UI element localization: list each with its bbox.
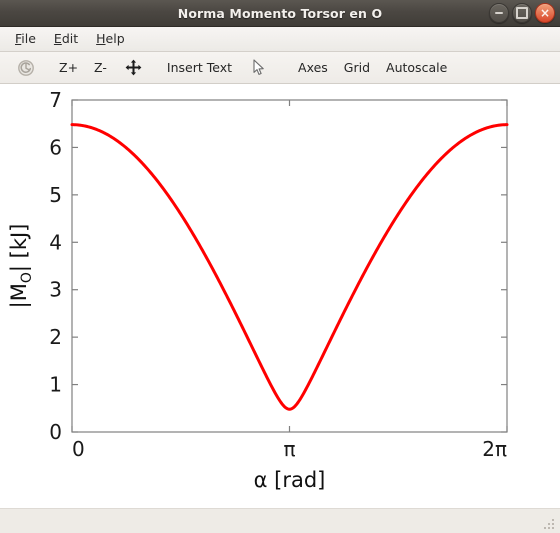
x-tick-label: π xyxy=(283,437,295,461)
statusbar xyxy=(0,508,560,533)
x-tick-label: 2π xyxy=(482,437,507,461)
maximize-icon xyxy=(516,7,528,19)
y-tick-label: 1 xyxy=(49,373,62,397)
y-tick-label: 4 xyxy=(49,230,62,254)
svg-text:|MO| [kJ]: |MO| [kJ] xyxy=(7,224,35,309)
y-tick-label: 7 xyxy=(49,88,62,112)
menu-edit[interactable]: Edit xyxy=(45,29,87,49)
plot-figure: 0 1 2 3 4 5 6 7 0 π 2π α [rad] |MO| [kJ] xyxy=(7,88,509,492)
autoscale-label: Autoscale xyxy=(386,60,448,75)
window-controls: × xyxy=(489,0,555,26)
close-button[interactable]: × xyxy=(535,3,555,23)
application-window: Norma Momento Torsor en O × File Edit He… xyxy=(0,0,560,533)
cursor-arrow-icon xyxy=(248,57,270,79)
y-axis-label: |MO| [kJ] xyxy=(7,224,35,309)
axes-button[interactable]: Axes xyxy=(291,57,335,78)
y-tick-label: 5 xyxy=(49,183,62,207)
window-titlebar: Norma Momento Torsor en O × xyxy=(0,0,560,27)
axes-label: Axes xyxy=(298,60,328,75)
menu-help[interactable]: Help xyxy=(87,29,134,49)
menu-help-mnemonic: H xyxy=(96,31,106,46)
plot-canvas[interactable]: 0 1 2 3 4 5 6 7 0 π 2π α [rad] |MO| [kJ] xyxy=(0,84,560,508)
toolbar: Z+ Z- Insert Text Axes Grid Autoscale xyxy=(0,52,560,84)
zoom-in-label: Z+ xyxy=(59,60,79,75)
menu-file-label: ile xyxy=(21,31,36,46)
y-tick-label: 3 xyxy=(49,278,62,302)
insert-text-label: Insert Text xyxy=(166,60,233,75)
menu-edit-mnemonic: E xyxy=(53,31,62,46)
window-title: Norma Momento Torsor en O xyxy=(177,5,383,21)
zoom-out-label: Z- xyxy=(94,60,107,75)
zoom-out-button[interactable]: Z- xyxy=(87,57,114,78)
move-arrows-icon xyxy=(123,57,145,79)
menu-edit-label: dit xyxy=(61,31,79,46)
x-tick-label: 0 xyxy=(72,437,85,461)
y-tick-label: 2 xyxy=(49,325,62,349)
y-tick-label: 0 xyxy=(49,420,62,444)
pan-button[interactable] xyxy=(116,54,158,82)
x-axis-label: α [rad] xyxy=(254,468,326,492)
menubar: File Edit Help xyxy=(0,27,560,52)
grid-button[interactable]: Grid xyxy=(337,57,377,78)
close-icon: × xyxy=(539,5,551,20)
y-tick-label: 6 xyxy=(49,135,62,159)
maximize-button[interactable] xyxy=(512,3,532,23)
minimize-icon xyxy=(495,12,503,14)
axes-frame xyxy=(71,99,508,433)
menu-help-label: elp xyxy=(105,31,125,46)
select-button[interactable] xyxy=(241,54,283,82)
zoom-in-button[interactable]: Z+ xyxy=(52,57,85,78)
grid-label: Grid xyxy=(343,60,371,75)
rotate-button[interactable] xyxy=(8,54,50,82)
resize-grip-icon[interactable] xyxy=(541,515,557,531)
autoscale-button[interactable]: Autoscale xyxy=(379,57,454,78)
menu-file[interactable]: File xyxy=(6,29,45,49)
minimize-button[interactable] xyxy=(489,3,509,23)
rotate-icon xyxy=(15,57,37,79)
insert-text-button[interactable]: Insert Text xyxy=(160,57,239,78)
